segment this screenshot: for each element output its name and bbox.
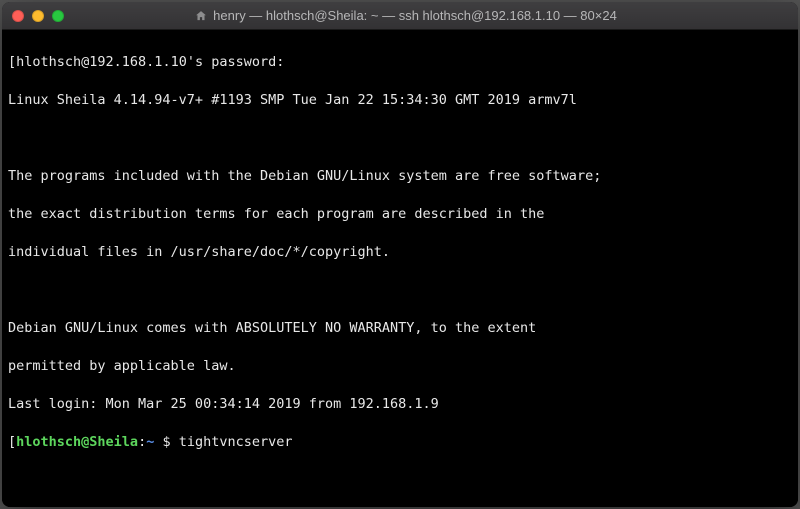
prompt-user-host: hlothsch@Sheila — [16, 434, 138, 450]
output-line: The programs included with the Debian GN… — [8, 167, 792, 186]
window-title-text: henry — hlothsch@Sheila: ~ — ssh hlothsc… — [213, 8, 617, 23]
home-icon — [195, 10, 207, 22]
terminal-window: henry — hlothsch@Sheila: ~ — ssh hlothsc… — [2, 2, 798, 507]
titlebar[interactable]: henry — hlothsch@Sheila: ~ — ssh hlothsc… — [2, 2, 798, 30]
window-controls — [12, 10, 64, 22]
output-line: Linux Sheila 4.14.94-v7+ #1193 SMP Tue J… — [8, 91, 792, 110]
output-line: Debian GNU/Linux comes with ABSOLUTELY N… — [8, 319, 792, 338]
command-input: tightvncserver — [179, 434, 293, 450]
window-title: henry — hlothsch@Sheila: ~ — ssh hlothsc… — [64, 8, 748, 23]
output-line: Last login: Mon Mar 25 00:34:14 2019 fro… — [8, 395, 792, 414]
output-line: individual files in /usr/share/doc/*/cop… — [8, 243, 792, 262]
output-line: permitted by applicable law. — [8, 357, 792, 376]
zoom-icon[interactable] — [52, 10, 64, 22]
output-line: hlothsch@192.168.1.10's password: — [16, 54, 284, 70]
terminal-content[interactable]: [hlothsch@192.168.1.10's password: Linux… — [2, 30, 798, 507]
output-line: the exact distribution terms for each pr… — [8, 205, 792, 224]
minimize-icon[interactable] — [32, 10, 44, 22]
close-icon[interactable] — [12, 10, 24, 22]
